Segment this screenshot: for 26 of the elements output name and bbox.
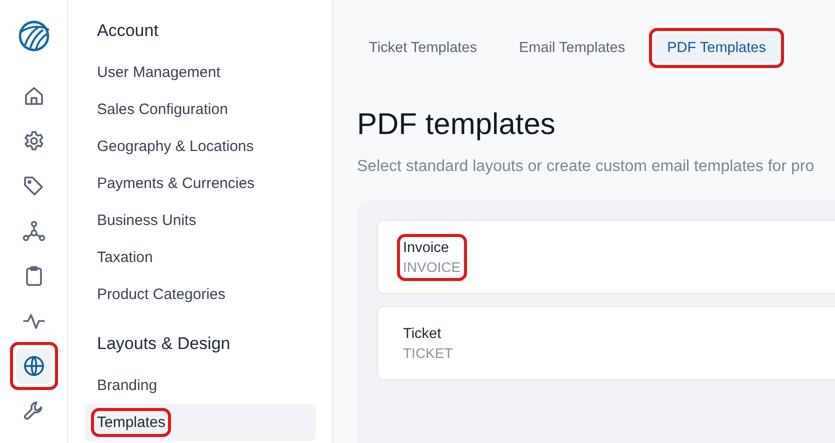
settings-icon[interactable] [22,129,46,153]
template-card[interactable]: Ticket TICKET [377,306,835,380]
tag-icon[interactable] [22,174,46,198]
nav-item[interactable]: Geography & Locations [85,128,316,165]
nav-item[interactable]: Payments & Currencies [85,165,316,202]
section-heading: Layouts & Design [97,333,232,355]
nav-item[interactable]: Taxation [85,239,316,276]
template-code: TICKET [403,344,453,360]
network-icon[interactable] [22,219,46,243]
tab[interactable]: PDF Templates [655,34,778,62]
nav-item[interactable]: Sales Configuration [85,91,316,128]
tab[interactable]: Email Templates [507,34,638,62]
nav-item[interactable]: Branding [85,367,316,404]
globe-icon[interactable] [22,354,46,378]
template-code: INVOICE [403,258,461,274]
template-card[interactable]: Invoice INVOICE [377,220,835,294]
template-name: Ticket [403,326,442,342]
template-name: Invoice [403,240,450,256]
page-title: PDF templates [357,108,556,142]
page-subtitle: Select standard layouts or create custom email templates for pro [357,158,816,176]
nav-item[interactable]: Product Categories [85,276,316,313]
nav-item[interactable]: Business Units [85,202,316,239]
section-heading: Account [97,20,160,42]
tab[interactable]: Ticket Templates [357,34,489,62]
nav-item[interactable]: Templates [85,404,316,441]
nav-item[interactable]: User Management [85,54,316,91]
